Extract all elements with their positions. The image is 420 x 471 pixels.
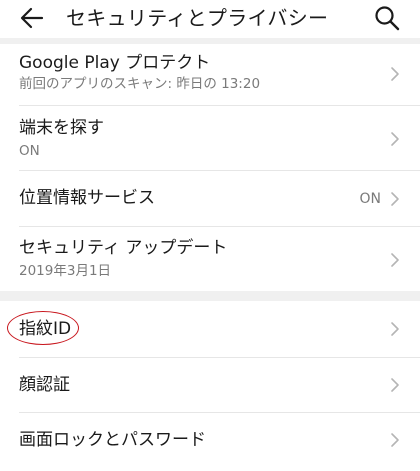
- annotation-circle: [7, 311, 79, 345]
- item-title: 位置情報サービス: [19, 188, 155, 208]
- chevron-right-icon: [391, 378, 399, 392]
- chevron-right-icon: [391, 132, 399, 146]
- chevron-right-icon: [391, 67, 399, 81]
- settings-item-google-play-protect[interactable]: Google Play プロテクト 前回のアプリのスキャン: 昨日の 13:20: [0, 44, 420, 104]
- item-title: 画面ロックとパスワード: [19, 430, 206, 450]
- item-title: 端末を探す: [19, 118, 104, 138]
- chevron-right-icon: [391, 192, 399, 206]
- page-title: セキュリティとプライバシー: [66, 6, 329, 30]
- item-subtitle: 前回のアプリのスキャン: 昨日の 13:20: [19, 76, 261, 92]
- chevron-right-icon: [391, 322, 399, 336]
- item-subtitle: ON: [19, 143, 40, 159]
- settings-item-find-device[interactable]: 端末を探す ON: [0, 106, 420, 169]
- item-title: 顔認証: [19, 375, 70, 395]
- app-bar: セキュリティとプライバシー: [0, 0, 420, 38]
- settings-item-screen-lock-password[interactable]: 画面ロックとパスワード: [0, 413, 420, 471]
- settings-item-face-recognition[interactable]: 顔認証: [0, 358, 420, 412]
- item-value: ON: [359, 191, 382, 207]
- chevron-right-icon: [391, 433, 399, 447]
- item-title: Google Play プロテクト: [19, 53, 211, 73]
- item-subtitle: 2019年3月1日: [19, 263, 112, 279]
- settings-item-location-services[interactable]: 位置情報サービス ON: [0, 171, 420, 226]
- settings-item-security-update[interactable]: セキュリティ アップデート 2019年3月1日: [0, 227, 420, 291]
- search-icon[interactable]: [372, 3, 402, 33]
- chevron-right-icon: [391, 253, 399, 267]
- item-title: セキュリティ アップデート: [19, 238, 228, 258]
- section-gap: [0, 291, 420, 301]
- arrow-left-icon[interactable]: [18, 4, 46, 32]
